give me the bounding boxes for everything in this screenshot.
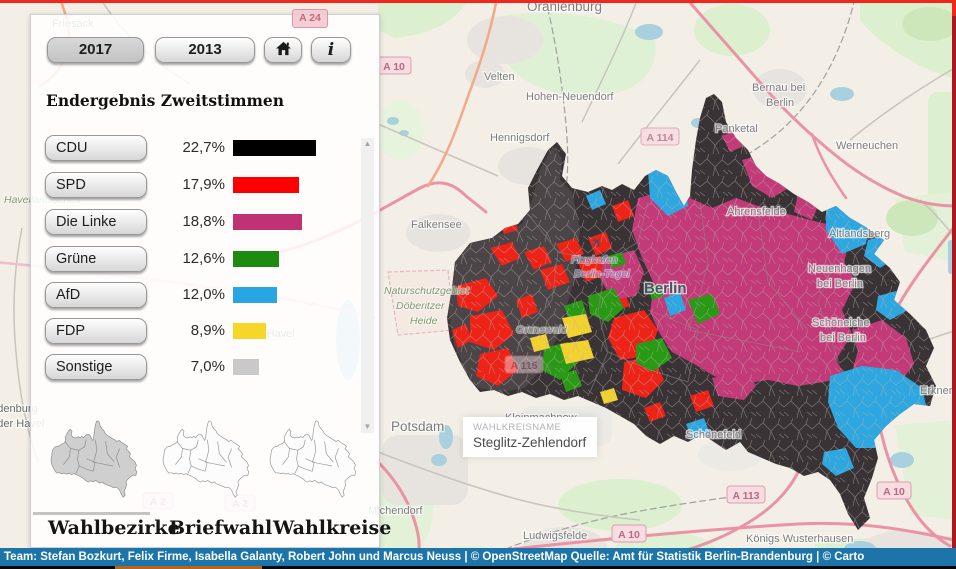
- party-result-bar: [233, 251, 279, 267]
- party-button-afd[interactable]: AfD: [45, 282, 147, 308]
- svg-text:Erkner: Erkner: [920, 385, 953, 397]
- window-right-border: [952, 0, 956, 548]
- info-button[interactable]: i: [311, 37, 351, 63]
- svg-text:Neuenhagen: Neuenhagen: [808, 263, 871, 275]
- year-button-2013[interactable]: 2013: [155, 37, 255, 63]
- view-thumb-wahlkreise[interactable]: [264, 419, 364, 499]
- year-button-2017[interactable]: 2017: [47, 37, 144, 63]
- party-button-fdp[interactable]: FDP: [45, 318, 147, 344]
- svg-text:Döberitzer: Döberitzer: [396, 300, 445, 312]
- home-icon: [275, 41, 292, 56]
- party-percentage: 12,0%: [149, 282, 225, 308]
- scroll-up-icon[interactable]: ▲: [361, 138, 374, 150]
- party-result-bar: [233, 323, 266, 339]
- party-result-bar: [233, 287, 277, 303]
- svg-text:A 113: A 113: [732, 490, 759, 502]
- party-percentage: 8,9%: [149, 318, 225, 344]
- party-percentage: 18,8%: [149, 209, 225, 235]
- svg-text:A 10: A 10: [883, 486, 905, 498]
- party-percentage: 22,7%: [149, 135, 225, 161]
- view-tab-wahlkreise[interactable]: Wahlkreise: [273, 517, 391, 539]
- view-tab-wahlbezirke[interactable]: Wahlbezirke: [48, 517, 180, 539]
- party-percentage: 17,9%: [149, 172, 225, 198]
- svg-text:Berlin-Tegel: Berlin-Tegel: [574, 268, 630, 280]
- attribution-text: Team: Stefan Bozkurt, Felix Firme, Isabe…: [4, 551, 864, 563]
- selected-view-underline: [33, 512, 150, 515]
- party-percentage: 12,6%: [149, 246, 225, 272]
- svg-text:Altlandsberg: Altlandsberg: [829, 228, 890, 240]
- svg-text:Velten: Velten: [484, 71, 515, 83]
- svg-text:Panketal: Panketal: [715, 123, 758, 135]
- view-thumb-wahlbezirke[interactable]: [45, 419, 145, 499]
- party-result-bar: [233, 214, 302, 230]
- svg-text:A 115: A 115: [510, 360, 537, 372]
- svg-text:Schöneiche: Schöneiche: [812, 317, 870, 329]
- svg-text:Schönefeld: Schönefeld: [686, 429, 741, 441]
- results-panel: 2017 2013 i Endergebnis Zweitstimmen CDU…: [30, 14, 380, 548]
- svg-text:A 10: A 10: [618, 529, 640, 541]
- svg-text:Hennigsdorf: Hennigsdorf: [490, 132, 550, 144]
- party-row: Grüne 12,6%: [31, 246, 379, 272]
- panel-scrollbar[interactable]: ▲ ▼: [361, 138, 374, 433]
- svg-text:Grunewald: Grunewald: [516, 324, 568, 336]
- svg-text:Potsdam: Potsdam: [391, 419, 444, 434]
- svg-text:Werneuchen: Werneuchen: [836, 140, 898, 152]
- party-button-cdu[interactable]: CDU: [45, 135, 147, 161]
- party-percentage: 7,0%: [149, 354, 225, 380]
- svg-text:Ahrensfelde: Ahrensfelde: [727, 206, 786, 218]
- svg-text:Naturschutzgebiet: Naturschutzgebiet: [384, 285, 470, 297]
- party-row: AfD 12,0%: [31, 282, 379, 308]
- svg-text:Falkensee: Falkensee: [411, 219, 462, 231]
- attribution-bar: Team: Stefan Bozkurt, Felix Firme, Isabe…: [0, 548, 956, 566]
- party-button-spd[interactable]: SPD: [45, 172, 147, 198]
- home-button[interactable]: [264, 37, 302, 63]
- party-row: SPD 17,9%: [31, 172, 379, 198]
- view-thumb-briefwahl[interactable]: [157, 419, 257, 499]
- svg-text:Ludwigsfelde: Ludwigsfelde: [523, 530, 587, 542]
- svg-text:Königs Wusterhausen: Königs Wusterhausen: [746, 533, 853, 545]
- svg-text:A 114: A 114: [646, 132, 673, 144]
- map-tooltip: WAHLKREISNAME Steglitz-Zehlendorf: [463, 417, 597, 457]
- svg-text:Hohen-Neuendorf: Hohen-Neuendorf: [526, 91, 614, 103]
- party-result-bar: [233, 140, 316, 156]
- svg-text:Flughafen: Flughafen: [571, 254, 618, 266]
- party-row: Die Linke 18,8%: [31, 209, 379, 235]
- svg-text:Berlin: Berlin: [644, 280, 687, 297]
- party-result-bar: [233, 177, 299, 193]
- view-tab-briefwahl[interactable]: Briefwahl: [169, 517, 272, 539]
- party-result-bar: [233, 359, 259, 375]
- panel-title: Endergebnis Zweitstimmen: [46, 91, 284, 110]
- party-row: FDP 8,9%: [31, 318, 379, 344]
- svg-text:Heide: Heide: [410, 315, 438, 327]
- svg-text:A 10: A 10: [383, 61, 405, 73]
- party-button-gruene[interactable]: Grüne: [45, 246, 147, 272]
- app-window: A 10 A 114 A 115 A 113 A 10 A 10 A 2 A 2…: [0, 0, 956, 569]
- party-button-sonstige[interactable]: Sonstige: [45, 354, 147, 380]
- party-row: Sonstige 7,0%: [31, 354, 379, 380]
- svg-text:Bernau bei: Bernau bei: [752, 82, 805, 94]
- tooltip-district-name: Steglitz-Zehlendorf: [473, 435, 586, 450]
- party-row: CDU 22,7%: [31, 135, 379, 161]
- road-badge-a24: A 24: [292, 9, 328, 28]
- party-button-linke[interactable]: Die Linke: [45, 209, 147, 235]
- tooltip-field-label: WAHLKREISNAME: [473, 422, 586, 433]
- svg-text:Berlin: Berlin: [766, 97, 794, 109]
- svg-text:bei Berlin: bei Berlin: [820, 332, 866, 344]
- svg-text:bei Berlin: bei Berlin: [817, 278, 863, 290]
- window-top-border: [0, 0, 956, 3]
